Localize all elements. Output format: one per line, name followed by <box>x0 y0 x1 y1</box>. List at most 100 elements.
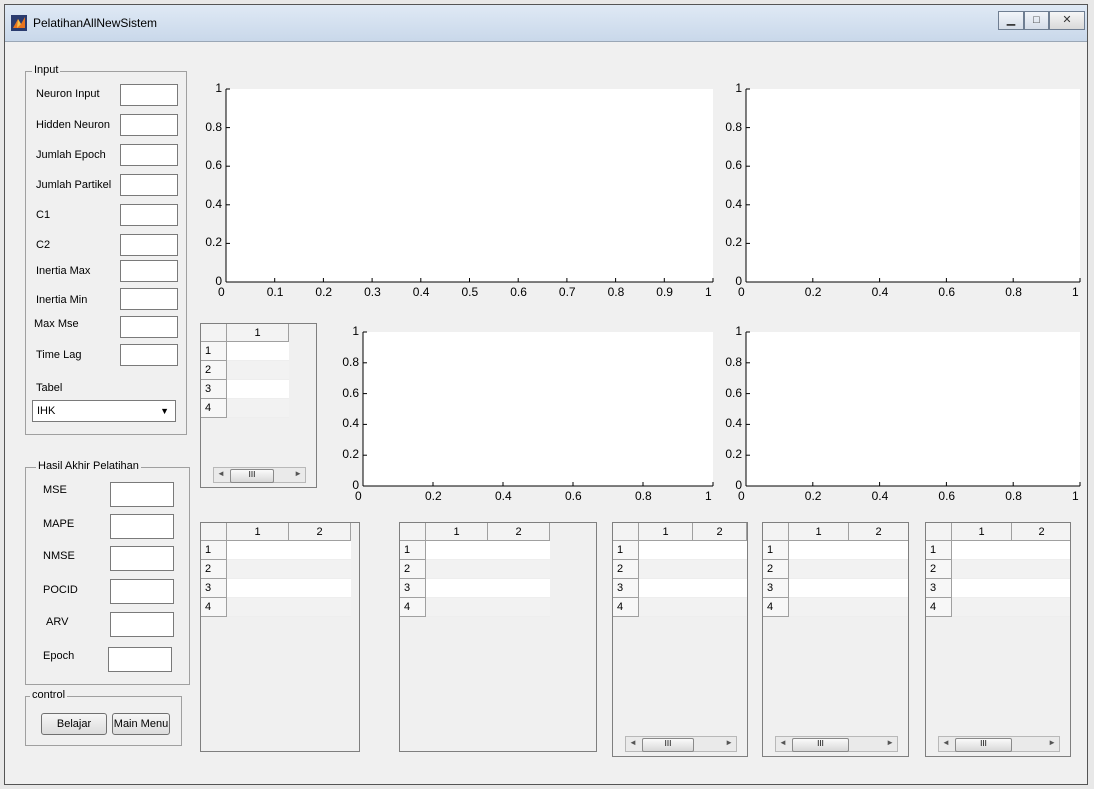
c1-field[interactable] <box>120 204 178 226</box>
row-header[interactable]: 2 <box>201 560 227 579</box>
table-cell[interactable] <box>426 541 488 560</box>
table-cell[interactable] <box>789 541 849 560</box>
table-cell[interactable] <box>488 579 550 598</box>
table-cell[interactable] <box>488 560 550 579</box>
table-cell[interactable] <box>789 560 849 579</box>
table-cell[interactable] <box>227 579 289 598</box>
max-mse-field[interactable] <box>120 316 178 338</box>
table-cell[interactable] <box>426 560 488 579</box>
belajar-button[interactable]: Belajar <box>41 713 107 735</box>
neuron-input-field[interactable] <box>120 84 178 106</box>
horizontal-scrollbar[interactable]: ◄ III ► <box>775 736 898 752</box>
scroll-right-icon[interactable]: ► <box>1048 738 1056 747</box>
title-bar[interactable]: PelatihanAllNewSistem ▁ □ ✕ <box>5 5 1087 42</box>
row-header[interactable]: 3 <box>201 380 227 399</box>
table-cell[interactable] <box>952 541 1012 560</box>
table-1[interactable]: 121234 <box>200 522 360 752</box>
hidden-neuron-field[interactable] <box>120 114 178 136</box>
row-header[interactable]: 3 <box>763 579 789 598</box>
table-cell[interactable] <box>952 598 1012 617</box>
table-4[interactable]: 1 2 1 2 3 4 ◄ III ► <box>762 522 909 757</box>
table-cell[interactable] <box>639 541 693 560</box>
table-cell[interactable] <box>289 541 351 560</box>
column-header[interactable]: 1 <box>789 523 849 541</box>
table-cell[interactable] <box>693 560 747 579</box>
column-header[interactable]: 1 <box>639 523 693 541</box>
close-button[interactable]: ✕ <box>1049 11 1085 30</box>
time-lag-field[interactable] <box>120 344 178 366</box>
table-cell[interactable] <box>1012 541 1070 560</box>
row-header[interactable]: 4 <box>763 598 789 617</box>
row-header[interactable]: 2 <box>201 361 227 380</box>
column-header[interactable]: 1 <box>227 324 289 342</box>
row-header[interactable]: 1 <box>201 342 227 361</box>
table-cell[interactable] <box>227 541 289 560</box>
arv-field[interactable] <box>110 612 174 637</box>
scroll-left-icon[interactable]: ◄ <box>779 738 787 747</box>
table-small[interactable]: 1 1 2 3 4 ◄ III ► <box>200 323 317 488</box>
axes-top-left[interactable] <box>225 88 714 283</box>
table-5[interactable]: 1 2 1 2 3 4 ◄ III ► <box>925 522 1071 757</box>
row-header[interactable]: 4 <box>613 598 639 617</box>
table-cell[interactable] <box>849 598 908 617</box>
inertia-max-field[interactable] <box>120 260 178 282</box>
table-cell[interactable] <box>1012 598 1070 617</box>
scroll-thumb[interactable]: III <box>642 738 694 752</box>
row-header[interactable]: 4 <box>201 598 227 617</box>
table-cell[interactable] <box>639 598 693 617</box>
table-cell[interactable] <box>952 560 1012 579</box>
table-cell[interactable] <box>227 399 289 418</box>
table-cell[interactable] <box>952 579 1012 598</box>
scroll-right-icon[interactable]: ► <box>886 738 894 747</box>
table-cell[interactable] <box>693 541 747 560</box>
row-header[interactable]: 2 <box>613 560 639 579</box>
table-cell[interactable] <box>639 560 693 579</box>
table-cell[interactable] <box>227 598 289 617</box>
axes-middle-left[interactable] <box>362 331 714 487</box>
row-header[interactable]: 1 <box>400 541 426 560</box>
scroll-left-icon[interactable]: ◄ <box>217 469 225 478</box>
table-cell[interactable] <box>227 560 289 579</box>
table-cell[interactable] <box>488 598 550 617</box>
jumlah-partikel-field[interactable] <box>120 174 178 196</box>
table-cell[interactable] <box>426 579 488 598</box>
row-header[interactable]: 1 <box>613 541 639 560</box>
scroll-right-icon[interactable]: ► <box>294 469 302 478</box>
column-header[interactable]: 2 <box>488 523 550 541</box>
table-cell[interactable] <box>426 598 488 617</box>
scroll-left-icon[interactable]: ◄ <box>942 738 950 747</box>
row-header[interactable]: 3 <box>613 579 639 598</box>
epoch-field[interactable] <box>108 647 172 672</box>
scroll-thumb[interactable]: III <box>230 469 274 483</box>
table-cell[interactable] <box>227 342 289 361</box>
table-2[interactable]: 121234 <box>399 522 597 752</box>
scroll-thumb[interactable]: III <box>955 738 1012 752</box>
column-header[interactable]: 2 <box>849 523 908 541</box>
table-cell[interactable] <box>849 560 908 579</box>
scroll-right-icon[interactable]: ► <box>725 738 733 747</box>
row-header[interactable]: 2 <box>926 560 952 579</box>
row-header[interactable]: 3 <box>926 579 952 598</box>
table-cell[interactable] <box>693 579 747 598</box>
table-cell[interactable] <box>227 361 289 380</box>
c2-field[interactable] <box>120 234 178 256</box>
axes-middle-right[interactable] <box>745 331 1081 487</box>
table-cell[interactable] <box>289 560 351 579</box>
row-header[interactable]: 2 <box>763 560 789 579</box>
maximize-button[interactable]: □ <box>1024 11 1049 30</box>
horizontal-scrollbar[interactable]: ◄ III ► <box>938 736 1060 752</box>
main-menu-button[interactable]: Main Menu <box>112 713 170 735</box>
column-header[interactable]: 2 <box>289 523 351 541</box>
row-header[interactable]: 1 <box>763 541 789 560</box>
table-cell[interactable] <box>289 598 351 617</box>
row-header[interactable]: 1 <box>201 541 227 560</box>
row-header[interactable]: 2 <box>400 560 426 579</box>
row-header[interactable]: 3 <box>400 579 426 598</box>
table-cell[interactable] <box>693 598 747 617</box>
table-cell[interactable] <box>639 579 693 598</box>
mape-field[interactable] <box>110 514 174 539</box>
row-header[interactable]: 3 <box>201 579 227 598</box>
row-header[interactable]: 4 <box>926 598 952 617</box>
tabel-select[interactable]: IHK ▼ <box>32 400 176 422</box>
mse-field[interactable] <box>110 482 174 507</box>
